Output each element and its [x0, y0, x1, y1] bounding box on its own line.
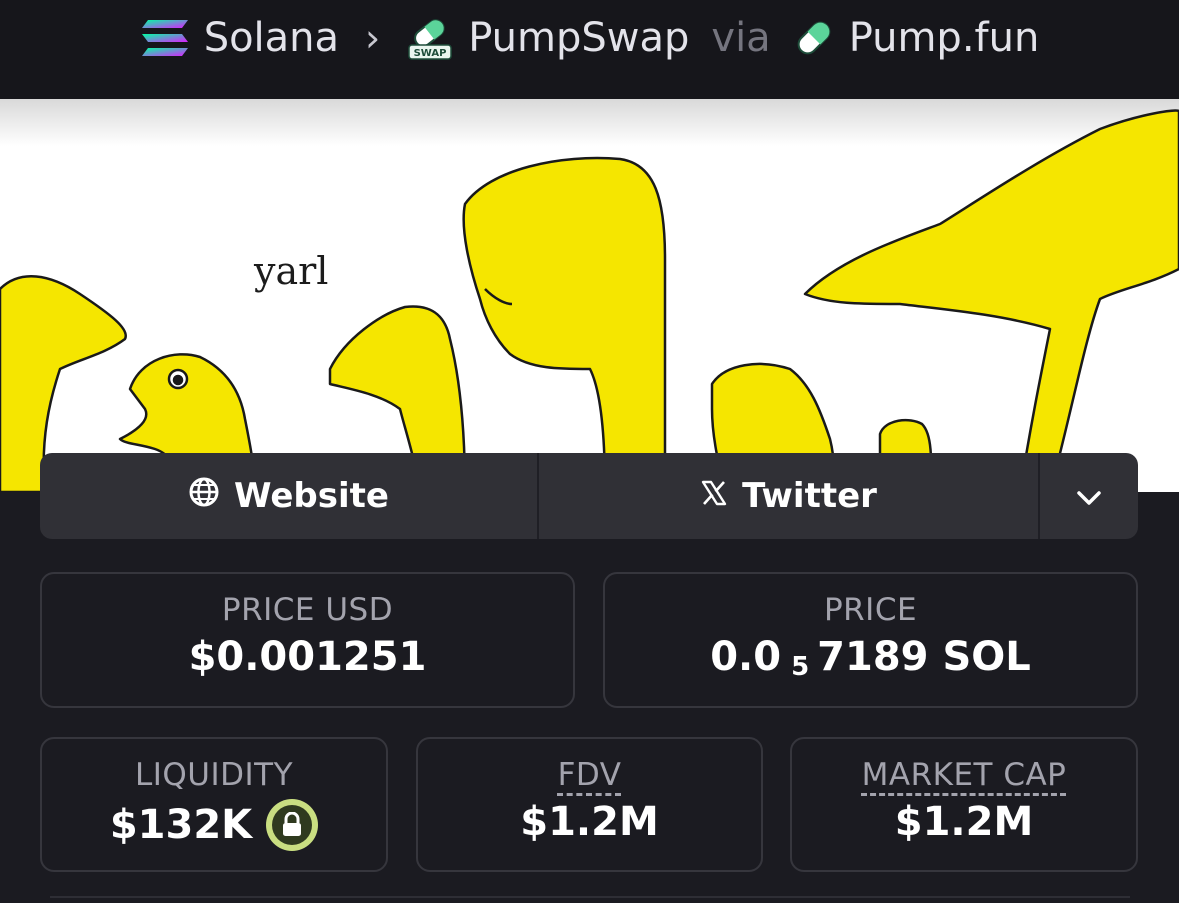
breadcrumb: Solana › SWAP PumpSwap via Pump.fun — [0, 10, 1179, 66]
market-cap-label[interactable]: MARKET CAP — [862, 757, 1067, 793]
market-cap-card: MARKET CAP $1.2M — [790, 737, 1138, 872]
fdv-amount: $1.2M — [520, 799, 659, 845]
price-usd-card: PRICE USD $0.001251 — [40, 572, 575, 708]
twitter-label: Twitter — [742, 476, 877, 516]
market-cap-amount: $1.2M — [894, 799, 1034, 845]
twitter-button[interactable]: Twitter — [539, 453, 1040, 539]
liquidity-card: LIQUIDITY $132K — [40, 737, 388, 872]
liquidity-amount: $132K — [109, 802, 253, 848]
token-banner-image: yarl — [0, 99, 1179, 492]
top-bar: Solana › SWAP PumpSwap via Pump.fun — [0, 0, 1179, 99]
price-prefix: 0.0 — [710, 634, 782, 680]
more-links-button[interactable] — [1040, 453, 1138, 539]
dex-link[interactable]: PumpSwap — [468, 15, 689, 61]
price-usd-label: PRICE USD — [221, 592, 394, 628]
price-digits: 7189 — [817, 634, 929, 680]
banner-caption: yarl — [254, 249, 329, 293]
fdv-value: $1.2M — [520, 799, 659, 845]
price-usd-amount: $0.001251 — [188, 634, 427, 680]
price-usd-value: $0.001251 — [189, 634, 427, 680]
liquidity-value: $132K — [109, 799, 319, 851]
price-unit: SOL — [942, 634, 1031, 680]
chevron-down-icon — [1075, 476, 1103, 516]
liquidity-label: LIQUIDITY — [134, 757, 294, 793]
chevron-right-icon: › — [365, 16, 381, 60]
price-native-card: PRICE 0.0 5 7189 SOL — [603, 572, 1138, 708]
swap-badge-text: SWAP — [414, 48, 447, 59]
fdv-label[interactable]: FDV — [558, 757, 622, 793]
price-native-label: PRICE — [823, 592, 918, 628]
fdv-card: FDV $1.2M — [416, 737, 763, 872]
chain-link[interactable]: Solana — [204, 15, 339, 61]
market-cap-value: $1.2M — [895, 799, 1034, 845]
globe-icon — [188, 476, 220, 517]
via-text: via — [711, 15, 771, 61]
pumpswap-logo-icon: SWAP — [406, 14, 454, 62]
pill-icon — [793, 17, 835, 59]
solana-logo-icon — [140, 18, 190, 58]
price-zero-count: 5 — [791, 652, 810, 682]
website-label: Website — [234, 476, 389, 516]
lock-icon[interactable] — [266, 799, 319, 851]
next-section-edge — [50, 896, 1130, 898]
price-native-value: 0.0 5 7189 SOL — [710, 634, 1031, 682]
website-button[interactable]: Website — [40, 453, 539, 539]
launchpad-link[interactable]: Pump.fun — [849, 15, 1040, 61]
social-links-bar: Website Twitter — [40, 453, 1138, 539]
x-logo-icon — [700, 476, 728, 516]
